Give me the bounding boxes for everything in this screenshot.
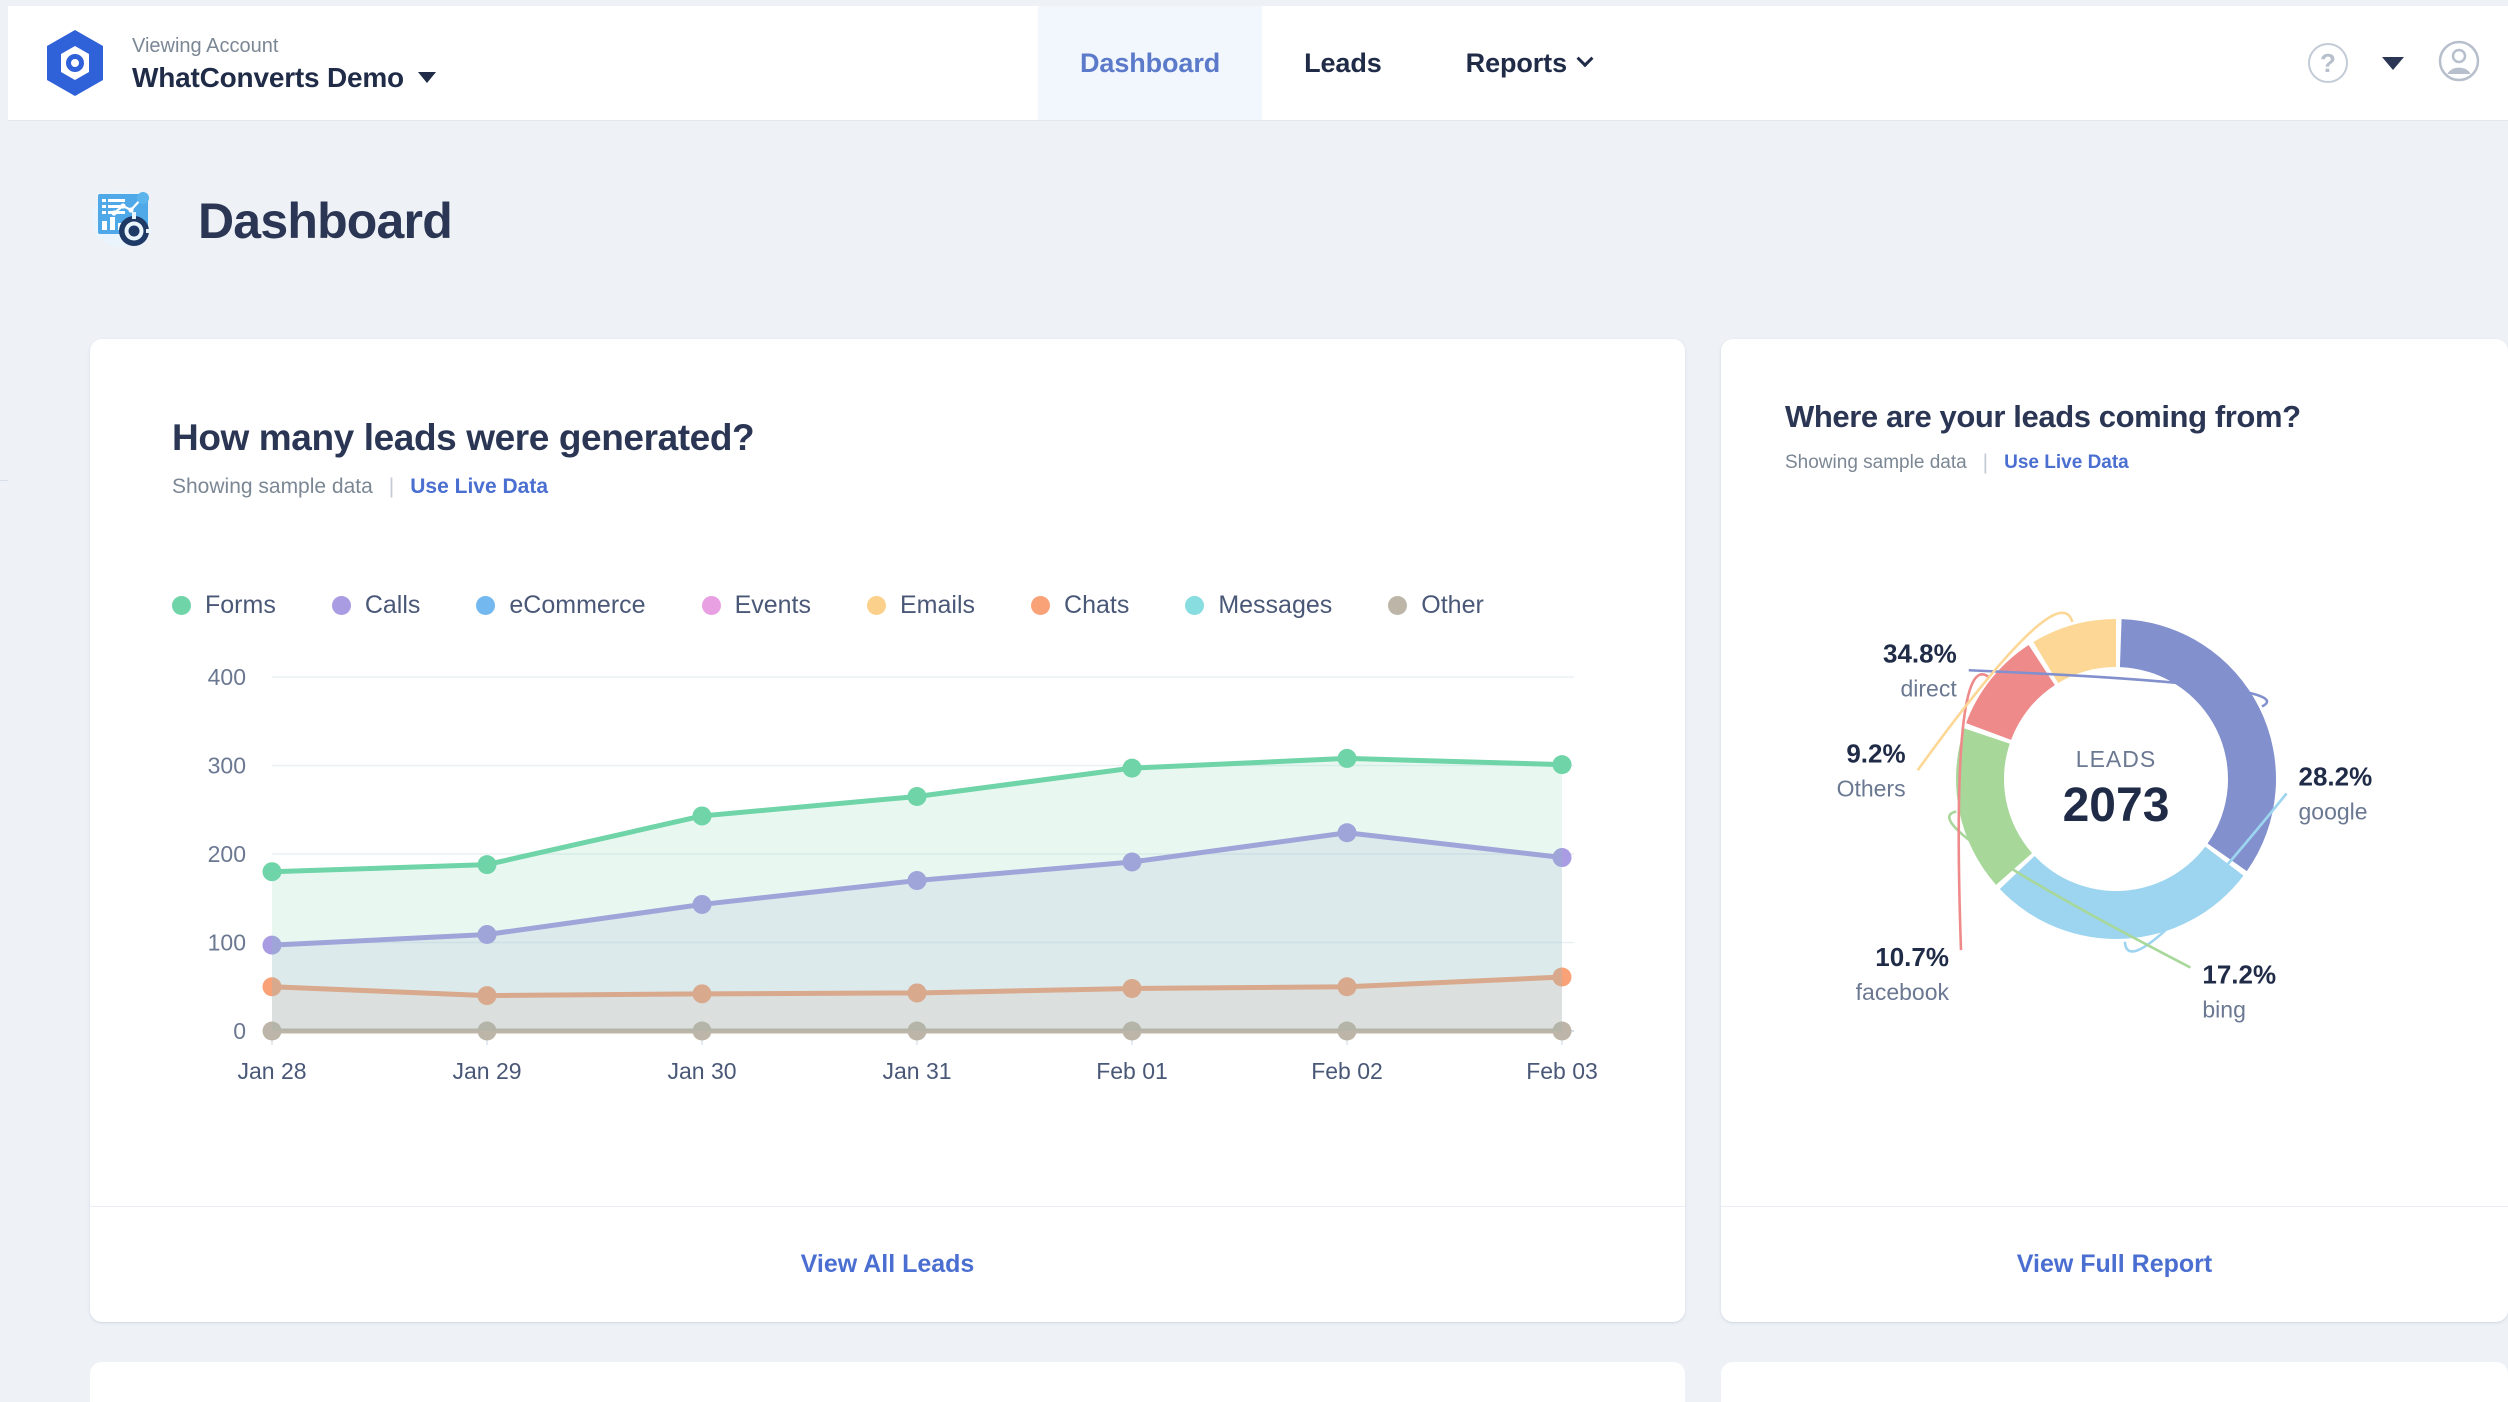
legend-item-chats[interactable]: Chats: [1031, 591, 1129, 620]
use-live-data-link[interactable]: Use Live Data: [2004, 452, 2129, 474]
legend-label: Forms: [205, 591, 276, 620]
sample-data-note: Showing sample data: [1785, 452, 1967, 474]
svg-text:direct: direct: [1901, 675, 1958, 701]
help-caret-down-icon[interactable]: [2382, 57, 2404, 70]
svg-text:2073: 2073: [2063, 779, 2170, 832]
left-gutter: [0, 0, 8, 1370]
leads-card-footer: View All Leads: [90, 1206, 1685, 1322]
svg-text:10.7%: 10.7%: [1875, 942, 1949, 972]
legend-item-other[interactable]: Other: [1388, 591, 1484, 620]
nav-utility-group: ?: [2308, 6, 2508, 120]
leads-card-title: How many leads were generated?: [172, 417, 754, 459]
svg-text:bing: bing: [2202, 997, 2245, 1023]
sources-card-subrow: Showing sample data | Use Live Data: [1785, 451, 2301, 475]
legend-item-calls[interactable]: Calls: [332, 591, 421, 620]
nav-item-dashboard[interactable]: Dashboard: [1038, 6, 1262, 120]
caret-down-icon[interactable]: [418, 72, 436, 83]
nav-item-reports[interactable]: Reports: [1424, 6, 1633, 120]
legend-item-emails[interactable]: Emails: [867, 591, 975, 620]
svg-text:Jan 28: Jan 28: [237, 1058, 306, 1084]
legend-item-ecommerce[interactable]: eCommerce: [476, 591, 645, 620]
nav-item-dashboard-label: Dashboard: [1080, 48, 1220, 79]
leads-area-chart[interactable]: 0 100 200 300 400 Jan 28 Jan 29 Jan 30 Jan 31 Feb…: [130, 659, 1630, 1104]
whatconverts-hexagon-logo-icon[interactable]: [42, 28, 108, 98]
svg-text:9.2%: 9.2%: [1846, 738, 1905, 768]
question-mark-circle-icon[interactable]: ?: [2308, 43, 2348, 83]
chart-legend: Forms Calls eCommerce Events Emails Chat…: [172, 591, 1592, 620]
svg-text:400: 400: [208, 664, 246, 690]
use-live-data-link[interactable]: Use Live Data: [410, 475, 548, 499]
svg-text:facebook: facebook: [1856, 979, 1950, 1005]
sources-card-title: Where are your leads coming from?: [1785, 399, 2301, 435]
legend-color-dot: [867, 596, 886, 615]
account-switcher[interactable]: Viewing Account WhatConverts Demo: [8, 6, 1038, 120]
svg-text:Feb 01: Feb 01: [1096, 1058, 1168, 1084]
subrow-divider: |: [1983, 451, 1988, 475]
legend-label: Messages: [1218, 591, 1332, 620]
legend-item-events[interactable]: Events: [702, 591, 811, 620]
legend-label: Emails: [900, 591, 975, 620]
legend-color-dot: [702, 596, 721, 615]
dashboard-analytics-icon: [90, 185, 162, 256]
svg-text:Feb 03: Feb 03: [1526, 1058, 1598, 1084]
nav-item-reports-label: Reports: [1466, 48, 1567, 79]
leads-card-subrow: Showing sample data | Use Live Data: [172, 475, 754, 499]
view-all-leads-link[interactable]: View All Leads: [801, 1250, 975, 1279]
subrow-divider: |: [389, 475, 394, 499]
lead-sources-card: Where are your leads coming from? Showin…: [1721, 339, 2508, 1322]
legend-label: Chats: [1064, 591, 1129, 620]
legend-label: Other: [1421, 591, 1484, 620]
legend-color-dot: [476, 596, 495, 615]
svg-text:100: 100: [208, 930, 246, 956]
page-title: Dashboard: [198, 192, 452, 250]
legend-label: Calls: [365, 591, 421, 620]
page-header: Dashboard: [90, 185, 452, 256]
legend-color-dot: [1185, 596, 1204, 615]
svg-text:Feb 02: Feb 02: [1311, 1058, 1383, 1084]
legend-label: Events: [735, 591, 811, 620]
next-card-peek-right: [1721, 1362, 2508, 1402]
svg-text:Others: Others: [1837, 775, 1906, 801]
view-full-report-link[interactable]: View Full Report: [2017, 1250, 2212, 1279]
top-navigation-bar: Viewing Account WhatConverts Demo Dashbo…: [8, 6, 2508, 121]
leads-generated-card: How many leads were generated? Showing s…: [90, 339, 1685, 1322]
user-account-circle-icon[interactable]: [2438, 40, 2480, 87]
viewing-account-label: Viewing Account: [132, 33, 436, 59]
svg-text:17.2%: 17.2%: [2202, 960, 2276, 990]
svg-text:google: google: [2299, 799, 2368, 825]
svg-text:200: 200: [208, 841, 246, 867]
sample-data-note: Showing sample data: [172, 475, 373, 499]
left-gutter-rule: [0, 480, 8, 481]
svg-text:300: 300: [208, 753, 246, 779]
next-card-peek: [90, 1362, 1685, 1402]
chevron-down-icon: [1577, 50, 1594, 67]
sources-card-footer: View Full Report: [1721, 1206, 2508, 1322]
primary-nav: Dashboard Leads Reports: [1038, 6, 1633, 120]
legend-label: eCommerce: [509, 591, 645, 620]
lead-sources-donut-chart[interactable]: LEADS 2073 34.8% direct 28.2% google 17.2% bing…: [1731, 524, 2501, 1089]
legend-color-dot: [1031, 596, 1050, 615]
svg-text:34.8%: 34.8%: [1883, 638, 1957, 668]
svg-text:28.2%: 28.2%: [2299, 762, 2373, 792]
svg-text:Jan 29: Jan 29: [452, 1058, 521, 1084]
legend-color-dot: [172, 596, 191, 615]
legend-color-dot: [1388, 596, 1407, 615]
svg-text:LEADS: LEADS: [2076, 746, 2156, 772]
legend-item-messages[interactable]: Messages: [1185, 591, 1332, 620]
svg-text:Jan 30: Jan 30: [667, 1058, 736, 1084]
svg-text:0: 0: [233, 1018, 246, 1044]
svg-text:Jan 31: Jan 31: [882, 1058, 951, 1084]
nav-item-leads-label: Leads: [1304, 48, 1382, 79]
account-name: WhatConverts Demo: [132, 62, 404, 94]
legend-color-dot: [332, 596, 351, 615]
legend-item-forms[interactable]: Forms: [172, 591, 276, 620]
nav-item-leads[interactable]: Leads: [1262, 6, 1424, 120]
